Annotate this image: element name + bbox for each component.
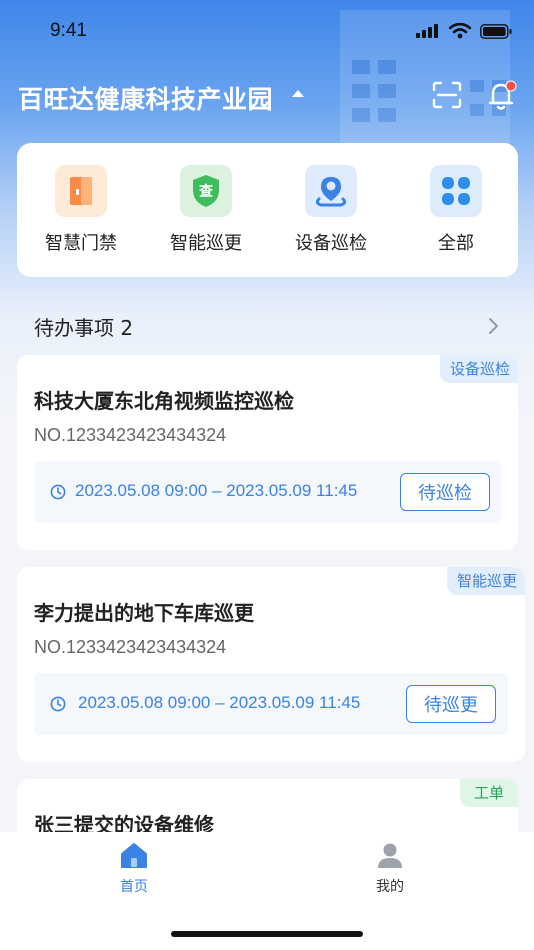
quick-action-access-control[interactable]: 智慧门禁 — [31, 165, 131, 255]
quick-action-label: 智能巡更 — [170, 233, 242, 254]
quick-action-equipment-inspection[interactable]: 设备巡检 — [281, 165, 381, 255]
task-time-box: 2023.05.08 09:00 – 2023.05.09 11:45 待巡检 — [34, 461, 501, 523]
app-header: 百旺达健康科技产业园 — [0, 70, 534, 120]
task-type-tag: 智能巡更 — [446, 567, 525, 595]
home-icon — [121, 843, 147, 868]
status-time: 9:41 — [50, 20, 87, 41]
task-number: NO.1233423423434324 — [34, 637, 227, 657]
todo-section-title: 待办事项 2 — [34, 316, 134, 340]
park-selector-title[interactable]: 百旺达健康科技产业园 — [18, 80, 273, 116]
task-time-box: 2023.05.08 09:00 – 2023.05.09 11:45 待巡更 — [34, 673, 508, 735]
quick-action-smart-patrol[interactable]: 查 智能巡更 — [156, 165, 256, 255]
clock-icon — [50, 484, 66, 500]
quick-action-all[interactable]: 全部 — [406, 165, 506, 255]
scan-icon[interactable] — [432, 81, 462, 109]
signal-icon — [416, 24, 438, 38]
location-pin-icon — [305, 165, 357, 217]
status-icons — [416, 23, 512, 39]
chevron-right-icon[interactable] — [487, 317, 499, 335]
pending-patrol-button[interactable]: 待巡更 — [406, 685, 496, 723]
wifi-icon — [449, 23, 471, 39]
quick-action-label: 设备巡检 — [295, 233, 367, 254]
clock-icon — [50, 696, 66, 712]
notification-dot — [505, 80, 517, 92]
task-title: 科技大厦东北角视频监控巡检 — [34, 389, 294, 413]
task-type-tag: 设备巡检 — [439, 355, 518, 383]
user-icon — [378, 843, 402, 868]
bell-icon[interactable] — [487, 79, 517, 111]
tab-mine-label: 我的 — [376, 879, 404, 895]
battery-icon — [480, 23, 512, 39]
status-bar: 9:41 — [0, 0, 534, 60]
quick-action-label: 智慧门禁 — [45, 233, 117, 254]
task-card[interactable]: 智能巡更 李力提出的地下车库巡更 NO.1233423423434324 202… — [17, 567, 525, 762]
home-indicator — [171, 931, 363, 937]
tab-mine[interactable]: 我的 — [350, 842, 430, 896]
tab-home-label: 首页 — [120, 879, 148, 895]
door-icon — [55, 165, 107, 217]
caret-up-icon[interactable] — [291, 88, 305, 98]
task-card[interactable]: 设备巡检 科技大厦东北角视频监控巡检 NO.1233423423434324 2… — [17, 355, 518, 550]
grid-apps-icon — [430, 165, 482, 217]
task-number: NO.1233423423434324 — [34, 425, 227, 445]
quick-action-label: 全部 — [438, 233, 474, 254]
tab-home[interactable]: 首页 — [94, 842, 174, 896]
svg-text:查: 查 — [199, 183, 214, 200]
patrol-check-icon: 查 — [180, 165, 232, 217]
task-title: 李力提出的地下车库巡更 — [34, 601, 254, 625]
task-time-range: 2023.05.08 09:00 – 2023.05.09 11:45 — [75, 481, 358, 500]
task-time-range: 2023.05.08 09:00 – 2023.05.09 11:45 — [78, 693, 361, 712]
pending-inspection-button[interactable]: 待巡检 — [400, 473, 490, 511]
quick-actions-card: 智慧门禁 查 智能巡更 设备巡检 全部 — [17, 143, 518, 277]
task-type-tag: 工单 — [459, 779, 518, 807]
